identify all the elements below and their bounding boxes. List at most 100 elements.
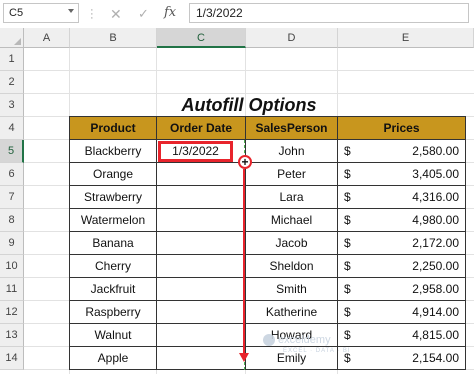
price-cell[interactable]: $2,172.00 <box>338 232 466 255</box>
enter-icon[interactable]: ✓ <box>138 6 149 22</box>
row-header-14[interactable]: 14 <box>0 347 24 370</box>
currency-symbol: $ <box>344 236 351 250</box>
salesperson-cell[interactable]: Peter <box>246 163 338 186</box>
price-value: 4,815.00 <box>412 328 459 342</box>
price-cell[interactable]: $4,980.00 <box>338 209 466 232</box>
row-header-8[interactable]: 8 <box>0 209 24 232</box>
worksheet-grid[interactable]: ABCDE 1 2 3 4 5 6 7 8 9 10 11 12 13 14 Autofill Optio… <box>0 28 474 374</box>
fill-handle-plus: + <box>241 155 249 169</box>
price-cell[interactable]: $4,914.00 <box>338 301 466 324</box>
currency-symbol: $ <box>344 259 351 273</box>
salesperson-cell[interactable]: Sheldon <box>246 255 338 278</box>
watermark-logo: exceldemy <box>263 334 331 347</box>
currency-symbol: $ <box>344 305 351 319</box>
row-header-6[interactable]: 6 <box>0 163 24 186</box>
salesperson-cell[interactable]: Katherine <box>246 301 338 324</box>
select-all-icon <box>14 38 21 45</box>
currency-symbol: $ <box>344 144 351 158</box>
row-header-5[interactable]: 5 <box>0 140 24 163</box>
product-cell[interactable]: Watermelon <box>70 209 157 232</box>
drag-arrow-head-icon <box>239 353 249 362</box>
price-cell[interactable]: $2,958.00 <box>338 278 466 301</box>
salesperson-cell[interactable]: Michael <box>246 209 338 232</box>
row-header-10[interactable]: 10 <box>0 255 24 278</box>
row-header-11[interactable]: 11 <box>0 278 24 301</box>
salesperson-cell[interactable]: John <box>246 140 338 163</box>
order-date-cell[interactable] <box>157 163 246 186</box>
name-box-dropdown-icon[interactable] <box>68 9 74 13</box>
price-value: 2,172.00 <box>412 236 459 250</box>
order-date-cell[interactable] <box>157 232 246 255</box>
currency-symbol: $ <box>344 328 351 342</box>
selected-cell-c5[interactable]: 1/3/2022 <box>158 141 233 162</box>
price-value: 3,405.00 <box>412 167 459 181</box>
price-value: 2,958.00 <box>412 282 459 296</box>
header-prices: Prices <box>338 117 466 140</box>
select-all-button[interactable] <box>0 28 24 48</box>
row-header-4[interactable]: 4 <box>0 117 24 140</box>
salesperson-cell[interactable]: Jacob <box>246 232 338 255</box>
row-header-9[interactable]: 9 <box>0 232 24 255</box>
product-cell[interactable]: Banana <box>70 232 157 255</box>
currency-symbol: $ <box>344 282 351 296</box>
row-header-13[interactable]: 13 <box>0 324 24 347</box>
row-header-3[interactable]: 3 <box>0 94 24 117</box>
price-value: 4,316.00 <box>412 190 459 204</box>
formula-bar: C5 · · · ✕ ✓ fx 1/3/2022 <box>0 0 474 29</box>
formula-input[interactable]: 1/3/2022 <box>189 3 469 23</box>
salesperson-cell[interactable]: Smith <box>246 278 338 301</box>
order-date-cell[interactable] <box>157 324 246 347</box>
row-header-2[interactable]: 2 <box>0 71 24 94</box>
column-header-a[interactable]: A <box>24 28 70 48</box>
column-header-e[interactable]: E <box>338 28 474 48</box>
order-date-cell[interactable] <box>157 255 246 278</box>
cancel-icon[interactable]: ✕ <box>110 6 122 23</box>
column-header-d[interactable]: D <box>246 28 338 48</box>
row-header-7[interactable]: 7 <box>0 186 24 209</box>
product-cell[interactable]: Strawberry <box>70 186 157 209</box>
price-cell[interactable]: $4,316.00 <box>338 186 466 209</box>
order-date-cell[interactable] <box>157 301 246 324</box>
product-cell[interactable]: Jackfruit <box>70 278 157 301</box>
order-date-cell[interactable] <box>157 347 246 370</box>
column-header-c[interactable]: C <box>157 28 246 48</box>
header-product: Product <box>70 117 157 140</box>
sheet-title: Autofill Options <box>181 95 317 115</box>
product-cell[interactable]: Orange <box>70 163 157 186</box>
name-box[interactable]: C5 <box>3 3 79 23</box>
formula-bar-grip-icon: · · · <box>90 4 94 24</box>
price-cell[interactable]: $2,580.00 <box>338 140 466 163</box>
fill-handle-icon[interactable]: + <box>238 155 252 169</box>
currency-symbol: $ <box>344 190 351 204</box>
watermark-subtext: EXCEL · DATA · BI <box>283 348 351 354</box>
price-cell[interactable]: $4,815.00 <box>338 324 466 347</box>
price-value: 2,154.00 <box>412 351 459 365</box>
row-header-1[interactable]: 1 <box>0 48 24 71</box>
salesperson-cell[interactable]: Lara <box>246 186 338 209</box>
row-header-12[interactable]: 12 <box>0 301 24 324</box>
product-cell[interactable]: Raspberry <box>70 301 157 324</box>
price-value: 4,980.00 <box>412 213 459 227</box>
product-cell[interactable]: Walnut <box>70 324 157 347</box>
drag-arrow-line <box>243 169 245 355</box>
insert-function-icon[interactable]: fx <box>164 5 176 20</box>
header-salesperson: SalesPerson <box>246 117 338 140</box>
price-value: 4,914.00 <box>412 305 459 319</box>
header-order-date: Order Date <box>157 117 246 140</box>
gridline-row <box>24 70 474 71</box>
product-cell[interactable]: Cherry <box>70 255 157 278</box>
product-cell[interactable]: Blackberry <box>70 140 157 163</box>
price-cell[interactable]: $2,154.00 <box>338 347 466 370</box>
price-cell[interactable]: $3,405.00 <box>338 163 466 186</box>
order-date-cell[interactable] <box>157 186 246 209</box>
currency-symbol: $ <box>344 167 351 181</box>
price-value: 2,580.00 <box>412 144 459 158</box>
order-date-cell[interactable] <box>157 209 246 232</box>
column-header-b[interactable]: B <box>70 28 157 48</box>
product-cell[interactable]: Apple <box>70 347 157 370</box>
order-date-cell[interactable] <box>157 278 246 301</box>
watermark-text: exceldemy <box>278 334 331 346</box>
currency-symbol: $ <box>344 213 351 227</box>
price-value: 2,250.00 <box>412 259 459 273</box>
price-cell[interactable]: $2,250.00 <box>338 255 466 278</box>
